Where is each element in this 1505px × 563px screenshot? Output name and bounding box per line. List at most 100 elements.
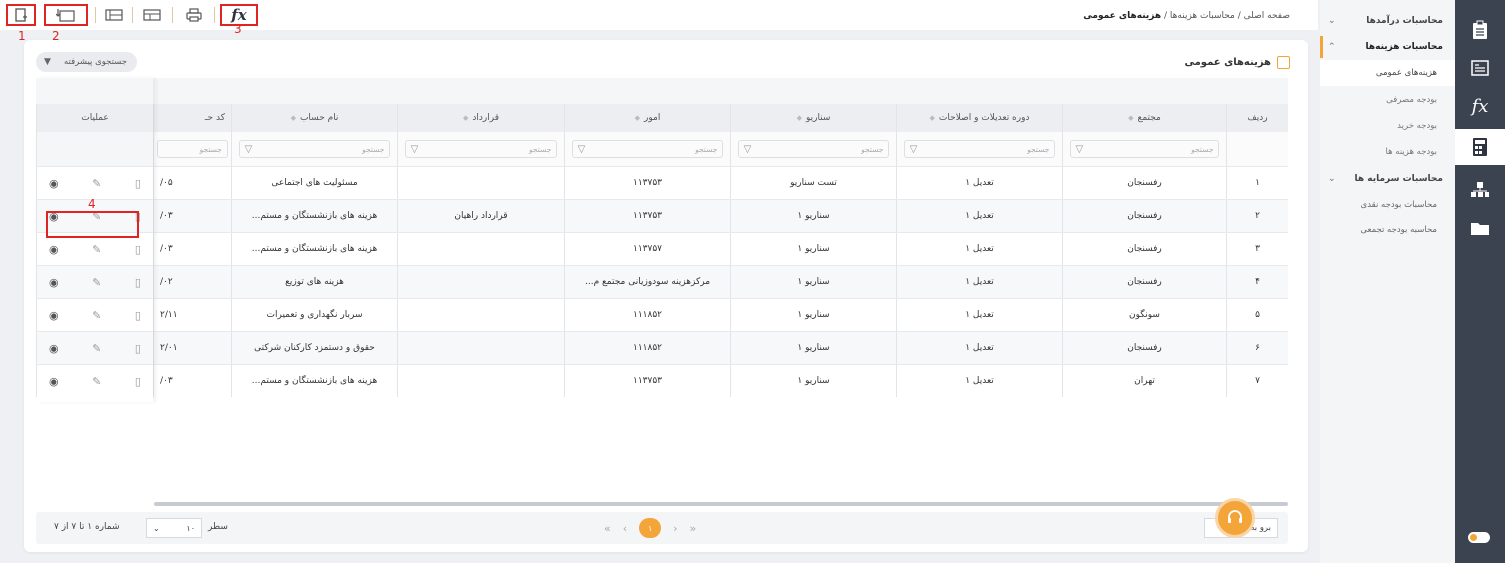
view-icon[interactable]: ◉: [49, 177, 59, 190]
last-page-button[interactable]: »: [690, 522, 697, 535]
cell-account-name: مسئولیت های اجتماعی: [231, 167, 397, 199]
table-row[interactable]: ۲ رفسنجان تعدیل ۱ سناریو ۱ ۱۱۳۷۵۳ قرارداد راه…: [36, 199, 1288, 232]
funnel-icon[interactable]: ▽: [744, 144, 752, 155]
cell-account-name: هزینه های بازنشستگان و مستم...: [231, 200, 397, 232]
table-row[interactable]: ۱ رفسنجان تعدیل ۱ تست سناریو ۱۱۳۷۵۳ مسئولیت ه…: [36, 166, 1288, 199]
filter-placeholder: جستجو: [861, 144, 884, 154]
delete-icon[interactable]: ▯: [135, 342, 141, 355]
view-icon[interactable]: ◉: [49, 342, 59, 355]
edit-icon[interactable]: ✎: [92, 276, 101, 289]
page-size-select[interactable]: ⌄ ۱۰: [146, 518, 202, 538]
menu-item-revenue-calculations[interactable]: محاسبات درآمدها ⌄: [1320, 8, 1455, 34]
menu-item-cumulative-budget[interactable]: محاسبه بودجه تجمعی: [1320, 217, 1455, 243]
cell-period: تعدیل ۱: [896, 365, 1062, 397]
cell-affairs: ۱۱۱۸۵۲: [564, 299, 730, 331]
filter-cell: [36, 132, 153, 166]
delete-icon[interactable]: ▯: [135, 276, 141, 289]
cell-period: تعدیل ۱: [896, 200, 1062, 232]
filter-input[interactable]: جستجو ▽: [238, 140, 391, 158]
chevron-down-icon: ⌄: [153, 523, 160, 533]
rail-clipboard-button[interactable]: [1455, 12, 1505, 48]
menu-item-label: محاسبات درآمدها: [1366, 16, 1443, 26]
column-header-row-number[interactable]: ردیف: [1226, 104, 1288, 132]
next-page-button[interactable]: ›: [673, 522, 677, 535]
funnel-icon[interactable]: ▽: [910, 144, 918, 155]
funnel-icon[interactable]: ▽: [411, 144, 419, 155]
export-excel-button[interactable]: [102, 4, 126, 26]
menu-item-general-costs[interactable]: هزینه‌های عمومی: [1320, 60, 1455, 86]
filter-input[interactable]: جستجو: [157, 140, 228, 158]
column-header-account-name[interactable]: نام حساب ◆: [231, 104, 397, 132]
edit-icon[interactable]: ✎: [92, 375, 101, 388]
add-document-button[interactable]: [6, 4, 36, 26]
delete-icon[interactable]: ▯: [135, 309, 141, 322]
cell-affairs: مرکزهزینه سودوزیانی مجتمع م...: [564, 266, 730, 298]
menu-item-consumption-budget[interactable]: بودجه مصرفی: [1320, 87, 1455, 113]
support-chat-button[interactable]: [1215, 498, 1255, 538]
prev-page-button[interactable]: ‹: [623, 522, 627, 535]
cell-operations: ◉ ✎ ▯: [36, 332, 153, 364]
print-button[interactable]: [182, 4, 206, 26]
view-icon[interactable]: ◉: [49, 276, 59, 289]
cell-operations: ◉ ✎ ▯: [36, 299, 153, 331]
filter-input[interactable]: جستجو ▽: [1069, 140, 1220, 158]
rail-list-button[interactable]: [1455, 50, 1505, 86]
funnel-icon[interactable]: ▽: [1076, 144, 1084, 155]
edit-icon[interactable]: ✎: [92, 177, 101, 190]
chevron-up-icon: ⌃: [1328, 42, 1336, 52]
column-header-scenario[interactable]: سناریو ◆: [730, 104, 896, 132]
filter-input[interactable]: جستجو ▽: [571, 140, 724, 158]
filter-placeholder: جستجو: [529, 144, 552, 154]
funnel-icon[interactable]: ▽: [245, 144, 253, 155]
delete-icon[interactable]: ▯: [135, 375, 141, 388]
menu-item-capital-calculations[interactable]: محاسبات سرمایه ها ⌄: [1320, 166, 1455, 192]
table-row[interactable]: ۷ تهران تعدیل ۱ سناریو ۱ ۱۱۳۷۵۳ هزینه های باز…: [36, 364, 1288, 397]
view-icon[interactable]: ◉: [49, 375, 59, 388]
table-row[interactable]: ۵ سونگون تعدیل ۱ سناریو ۱ ۱۱۱۸۵۲ سربار نگهدار…: [36, 298, 1288, 331]
fx-icon: fx: [1471, 95, 1489, 117]
rail-org-button[interactable]: [1455, 172, 1505, 208]
chevron-down-icon: ⌄: [1328, 174, 1336, 184]
filter-input[interactable]: جستجو ▽: [903, 140, 1056, 158]
org-chart-icon: [1471, 182, 1489, 197]
filter-input[interactable]: جستجو ▽: [737, 140, 890, 158]
advanced-search-button[interactable]: ▼ جستجوی پیشرفته: [36, 52, 138, 72]
menu-item-expense-budget[interactable]: بودجه هزینه ها: [1320, 139, 1455, 165]
rail-folder-button[interactable]: [1455, 210, 1505, 246]
column-header-account-code[interactable]: کد حـ: [153, 104, 231, 132]
menu-item-cost-calculations[interactable]: محاسبات هزینه‌ها ⌃: [1320, 34, 1455, 60]
delete-icon[interactable]: ▯: [135, 243, 141, 256]
table-row[interactable]: ۳ رفسنجان تعدیل ۱ سناریو ۱ ۱۱۳۷۵۷ هزینه های ب…: [36, 232, 1288, 265]
edit-icon[interactable]: ✎: [92, 309, 101, 322]
export-button[interactable]: [140, 4, 164, 26]
edit-icon[interactable]: ✎: [92, 243, 101, 256]
cell-row-number: ۷: [1226, 365, 1288, 397]
rail-formula-button[interactable]: fx: [1455, 88, 1505, 124]
delete-icon[interactable]: ▯: [135, 177, 141, 190]
theme-toggle[interactable]: [1468, 532, 1490, 543]
rail-calculator-button[interactable]: [1455, 129, 1505, 165]
breadcrumb-parent[interactable]: محاسبات هزینه‌ها: [1170, 11, 1235, 21]
menu-item-purchase-budget[interactable]: بودجه خرید: [1320, 113, 1455, 139]
first-page-button[interactable]: «: [604, 522, 611, 535]
annotation-1: 1: [18, 29, 26, 43]
funnel-icon[interactable]: ▽: [578, 144, 586, 155]
current-page-button[interactable]: ۱: [639, 518, 662, 538]
column-header-complex[interactable]: مجتمع ◆: [1062, 104, 1226, 132]
column-header-operations: عملیات: [36, 104, 153, 132]
cell-affairs: ۱۱۳۷۵۳: [564, 365, 730, 397]
filter-row: جستجو ▽ جستجو ▽ جستجو ▽ جستجو ▽ جستجو ▽ جستجو…: [36, 132, 1288, 166]
breadcrumb-home[interactable]: صفحه اصلی: [1244, 11, 1290, 21]
menu-item-cash-budget[interactable]: محاسبات بودجه نقدی: [1320, 192, 1455, 218]
table-row[interactable]: ۴ رفسنجان تعدیل ۱ سناریو ۱ مرکزهزینه سودوزیا…: [36, 265, 1288, 298]
column-header-contract[interactable]: قرارداد ◆: [397, 104, 564, 132]
column-header-period[interactable]: دوره تعدیلات و اصلاحات ◆: [896, 104, 1062, 132]
filter-input[interactable]: جستجو ▽: [404, 140, 558, 158]
view-icon[interactable]: ◉: [49, 309, 59, 322]
import-button[interactable]: [44, 4, 88, 26]
horizontal-scrollbar[interactable]: [154, 502, 1288, 506]
column-header-affairs[interactable]: امور ◆: [564, 104, 730, 132]
table-row[interactable]: ۶ رفسنجان تعدیل ۱ سناریو ۱ ۱۱۱۸۵۲ حقوق و دستم…: [36, 331, 1288, 364]
edit-icon[interactable]: ✎: [92, 342, 101, 355]
view-icon[interactable]: ◉: [49, 243, 59, 256]
